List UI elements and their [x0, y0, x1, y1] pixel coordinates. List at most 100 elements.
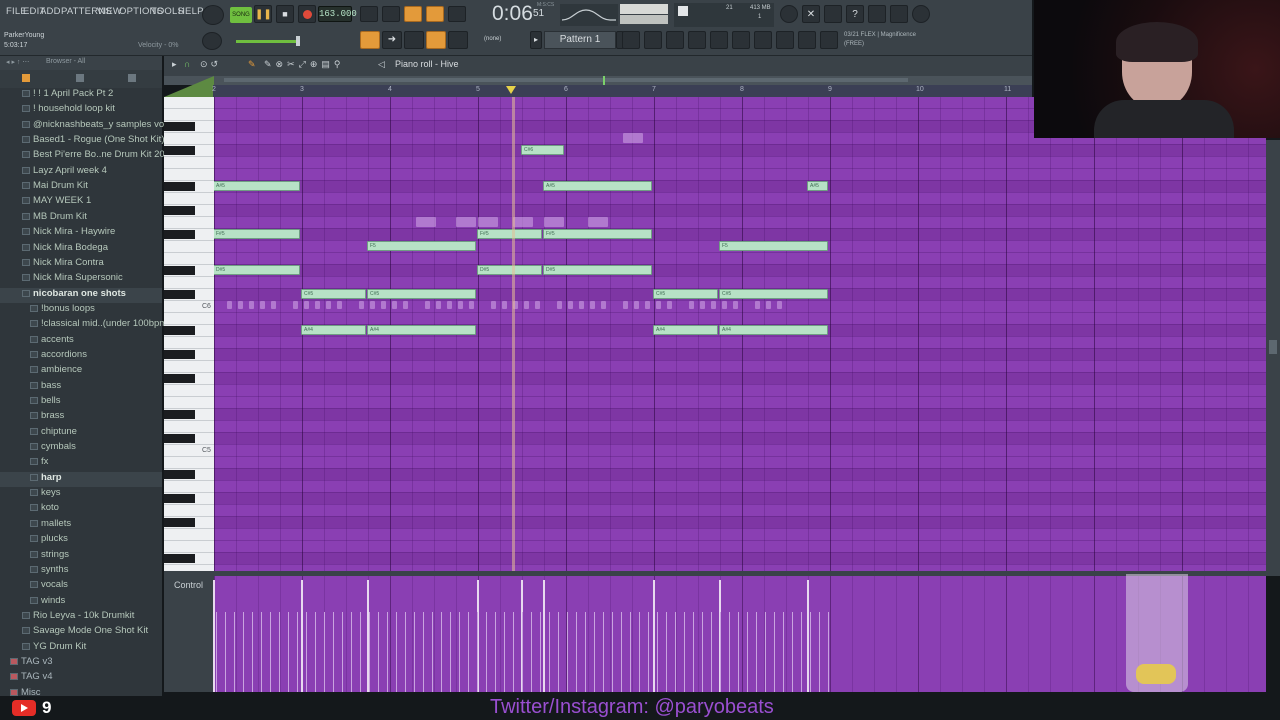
midi-settings-icon[interactable] [890, 5, 908, 23]
velocity-bar[interactable] [531, 612, 532, 692]
velocity-bar[interactable] [711, 612, 712, 692]
black-key[interactable] [164, 554, 195, 563]
velocity-lane[interactable] [213, 576, 1266, 692]
browser-item[interactable]: @nicknashbeats_y samples vol. 1 [0, 119, 177, 134]
velocity-bar[interactable] [423, 612, 424, 692]
velocity-bar[interactable] [576, 612, 577, 692]
black-key[interactable] [164, 146, 195, 155]
velocity-bar[interactable] [684, 612, 685, 692]
browser-item[interactable]: brass [0, 410, 162, 425]
master-pitch-knob[interactable] [202, 5, 224, 25]
touch-keyboard-icon[interactable] [776, 31, 794, 49]
velocity-bar[interactable] [360, 612, 361, 692]
step-knob[interactable] [202, 32, 222, 50]
countdown-button[interactable] [404, 6, 422, 22]
browser-item[interactable]: Nick Mira Supersonic [0, 272, 162, 287]
browser-item[interactable]: Nick Mira - Haywire [0, 226, 162, 241]
pencil-tool-icon[interactable]: ✎ [248, 59, 259, 70]
velocity-bar[interactable] [396, 612, 397, 692]
browser-item[interactable]: YG Drum Kit [0, 641, 162, 656]
browser-item[interactable]: Rio Leyva - 10k Drumkit [0, 610, 162, 625]
blend-notes-button[interactable] [426, 6, 444, 22]
snap-select[interactable]: (none) [484, 36, 501, 42]
browser-item[interactable]: Nick Mira Bodega [0, 242, 162, 257]
browser-item[interactable]: keys [0, 487, 162, 502]
velocity-bar[interactable] [702, 612, 703, 692]
browser-item[interactable]: bass [0, 380, 162, 395]
song-mode-toggle[interactable]: SONG [230, 7, 252, 23]
plugin-db-icon[interactable] [798, 31, 816, 49]
black-key[interactable] [164, 494, 195, 503]
overview-scroll-thumb[interactable] [224, 78, 908, 82]
browser-item[interactable]: TAG v3 [0, 656, 162, 671]
velocity-bar[interactable] [747, 612, 748, 692]
velocity-bar[interactable] [297, 612, 298, 692]
save-icon[interactable] [868, 5, 886, 23]
menu-help[interactable]: HELP [178, 6, 204, 17]
velocity-bar[interactable] [225, 612, 226, 692]
velocity-bar[interactable] [693, 612, 694, 692]
browser-item[interactable]: cymbals [0, 441, 162, 456]
pause-button[interactable]: ❚❚ [254, 5, 272, 23]
velocity-bar[interactable] [486, 612, 487, 692]
wait-for-input-button[interactable] [382, 6, 400, 22]
velocity-bar[interactable] [441, 612, 442, 692]
piano-keyboard[interactable]: C6C5C4 [164, 97, 214, 598]
black-key[interactable] [164, 206, 195, 215]
velocity-bar[interactable] [252, 612, 253, 692]
browser-item[interactable]: accents [0, 334, 162, 349]
browser-item[interactable]: Mai Drum Kit [0, 180, 162, 195]
black-key[interactable] [164, 470, 195, 479]
speaker-icon[interactable] [128, 74, 136, 82]
velocity-bar[interactable] [612, 612, 613, 692]
main-volume-slider[interactable] [236, 40, 298, 43]
note[interactable]: A#5 [543, 181, 652, 191]
velocity-bar[interactable] [603, 612, 604, 692]
velocity-bar[interactable] [729, 612, 730, 692]
browser-item[interactable]: strings [0, 549, 162, 564]
browser-tree-icon[interactable] [710, 31, 728, 49]
note[interactable]: F#5 [543, 229, 652, 239]
close-all-icon[interactable]: ✕ [802, 5, 820, 23]
online-icon[interactable] [780, 5, 798, 23]
playlist-window-icon[interactable] [622, 31, 640, 49]
velocity-bar[interactable] [288, 612, 289, 692]
velocity-bar[interactable] [738, 612, 739, 692]
velocity-bar[interactable] [369, 612, 370, 692]
velocity-bar[interactable] [270, 612, 271, 692]
note[interactable]: F5 [719, 241, 828, 251]
magnet-icon[interactable]: ∩ [184, 59, 190, 69]
news-hint[interactable]: 03/21 FLEX | Magnificence [844, 32, 916, 38]
chat-icon[interactable] [912, 5, 930, 23]
velocity-bar[interactable] [653, 580, 655, 692]
browser-item[interactable]: plucks [0, 533, 162, 548]
song-time-display[interactable]: 0:06 [492, 2, 533, 26]
snap-icon[interactable] [22, 74, 30, 82]
note[interactable]: C#5 [367, 289, 476, 299]
velocity-bar[interactable] [315, 612, 316, 692]
pattern-selector[interactable]: Pattern 1 [544, 31, 616, 49]
velocity-bar[interactable] [567, 612, 568, 692]
black-key[interactable] [164, 374, 195, 383]
velocity-bar[interactable] [540, 612, 541, 692]
mic-icon[interactable] [824, 5, 842, 23]
browser-item[interactable]: MAY WEEK 1 [0, 195, 162, 210]
velocity-bar[interactable] [630, 612, 631, 692]
browser-item[interactable]: accordions [0, 349, 162, 364]
mixer-icon[interactable] [688, 31, 706, 49]
download-icon[interactable] [820, 31, 838, 49]
velocity-bar[interactable] [657, 612, 658, 692]
velocity-bar[interactable] [543, 580, 545, 692]
browser-item[interactable]: mallets [0, 518, 162, 533]
velocity-bar[interactable] [675, 612, 676, 692]
black-key[interactable] [164, 518, 195, 527]
velocity-bar[interactable] [342, 612, 343, 692]
black-key[interactable] [164, 326, 195, 335]
browser-item[interactable]: Nick Mira Contra [0, 257, 162, 272]
time-ruler[interactable]: 2 3 4 5 6 7 8 9 10 11 [212, 85, 1033, 97]
velocity-bar[interactable] [477, 612, 478, 692]
velocity-bar[interactable] [504, 612, 505, 692]
velocity-bar[interactable] [351, 612, 352, 692]
note[interactable]: C#6 [521, 145, 564, 155]
browser-item[interactable]: Based1 - Rogue (One Shot Kit) [0, 134, 165, 149]
